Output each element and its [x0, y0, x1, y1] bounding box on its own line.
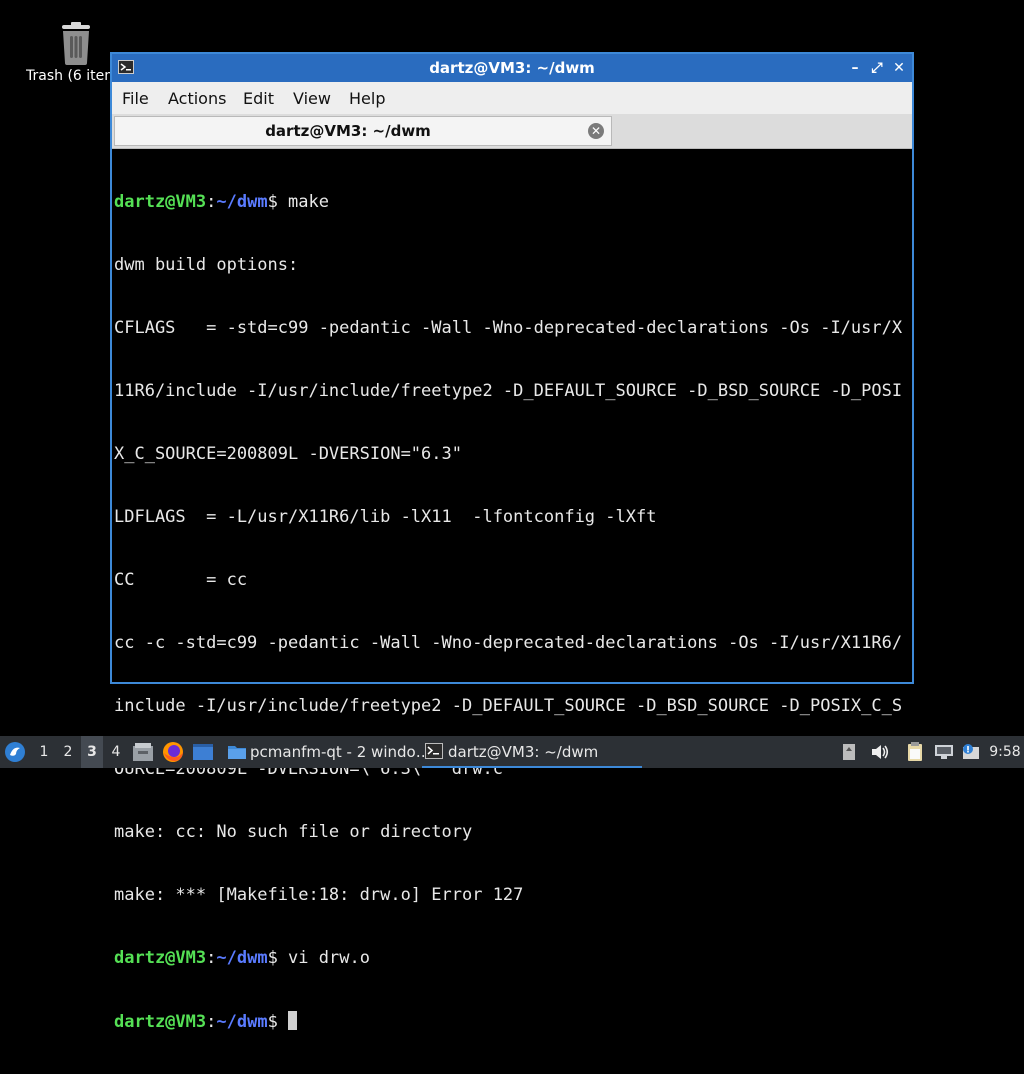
menu-bar: File Actions Edit View Help	[112, 82, 912, 114]
prompt-dollar: $	[267, 1012, 278, 1032]
prompt-dollar: $	[267, 192, 278, 212]
tab-terminal[interactable]: dartz@VM3: ~/dwm ✕	[114, 116, 612, 146]
folder-icon	[228, 746, 246, 759]
text-cursor	[288, 1011, 298, 1030]
task-pcmanfm[interactable]: pcmanfm-qt - 2 windo…	[224, 738, 444, 766]
tray-notifications[interactable]	[961, 736, 983, 768]
menu-view[interactable]: View	[293, 89, 331, 108]
clipboard-icon	[908, 742, 922, 761]
output-line: LDFLAGS = -L/usr/X11R6/lib -lX11 -lfontc…	[114, 507, 657, 527]
output-line: 11R6/include -I/usr/include/freetype2 -D…	[114, 381, 903, 401]
minimize-button[interactable]: –	[846, 59, 864, 77]
output-line: make: *** [Makefile:18: drw.o] Error 127	[114, 885, 524, 905]
prompt-path: ~/dwm	[216, 948, 268, 968]
terminal-icon	[425, 743, 443, 759]
prompt-user: dartz@VM3	[114, 192, 207, 212]
tab-title: dartz@VM3: ~/dwm	[265, 122, 431, 140]
prompt-path: ~/dwm	[216, 192, 268, 212]
firefox-launcher[interactable]	[162, 736, 186, 768]
workspace-4[interactable]: 4	[105, 736, 127, 768]
output-line: X_C_SOURCE=200809L -DVERSION="6.3"	[114, 444, 462, 464]
terminal-output[interactable]: dartz@VM3:~/dwm$ make dwm build options:…	[114, 150, 912, 1032]
desktop-trash[interactable]: Trash (6 item	[22, 20, 122, 90]
output-line: dwm build options:	[114, 255, 299, 275]
desktop-icon	[193, 744, 213, 760]
task-label: dartz@VM3: ~/dwm	[448, 743, 599, 761]
prompt-line: dartz@VM3:~/dwm$ vi drw.o	[114, 948, 912, 969]
tray-clipboard[interactable]	[906, 736, 928, 768]
lxqt-menu-icon	[5, 742, 25, 762]
task-terminal[interactable]: dartz@VM3: ~/dwm	[422, 738, 642, 768]
network-icon	[935, 745, 953, 759]
output-line: CC = cc	[114, 570, 248, 590]
tray-volume[interactable]	[870, 736, 892, 768]
tray-network[interactable]	[934, 736, 956, 768]
prompt-dollar: $	[267, 948, 278, 968]
taskbar: 1 2 3 4 pcmanfm-qt - 2 windo… dartz@VM3:…	[0, 736, 1024, 768]
tray-updates[interactable]	[842, 736, 862, 768]
prompt-sep: :	[206, 192, 217, 212]
prompt-sep: :	[206, 948, 217, 968]
output-line: cc -c -std=c99 -pedantic -Wall -Wno-depr…	[114, 633, 903, 653]
command-text: make	[277, 192, 329, 212]
volume-icon	[872, 745, 889, 759]
prompt-sep: :	[206, 1012, 217, 1032]
output-line: make: cc: No such file or directory	[114, 822, 473, 842]
close-button[interactable]: ✕	[890, 59, 908, 77]
command-text: vi drw.o	[277, 948, 370, 968]
prompt-user: dartz@VM3	[114, 948, 207, 968]
workspace-2[interactable]: 2	[57, 736, 79, 768]
file-manager-launcher[interactable]	[132, 736, 156, 768]
updates-icon	[843, 744, 855, 760]
window-title: dartz@VM3: ~/dwm	[429, 59, 595, 77]
tab-bar: dartz@VM3: ~/dwm ✕	[112, 114, 912, 149]
maximize-button[interactable]: ⤢	[868, 59, 886, 77]
file-manager-icon	[133, 743, 153, 761]
prompt-line: dartz@VM3:~/dwm$	[114, 1011, 912, 1032]
prompt-user: dartz@VM3	[114, 1012, 207, 1032]
task-label: pcmanfm-qt - 2 windo…	[250, 743, 431, 761]
firefox-icon	[163, 742, 183, 762]
workspace-3[interactable]: 3	[81, 736, 103, 768]
trash-icon	[62, 22, 90, 65]
window-titlebar[interactable]: dartz@VM3: ~/dwm – ⤢ ✕	[112, 54, 912, 82]
app-menu-button[interactable]	[4, 736, 30, 768]
menu-help[interactable]: Help	[349, 89, 385, 108]
menu-file[interactable]: File	[122, 89, 149, 108]
terminal-window: dartz@VM3: ~/dwm – ⤢ ✕ File Actions Edit…	[110, 52, 914, 1032]
menu-edit[interactable]: Edit	[243, 89, 274, 108]
prompt-line: dartz@VM3:~/dwm$ make	[114, 192, 912, 213]
workspace-1[interactable]: 1	[33, 736, 55, 768]
notification-icon	[963, 744, 979, 759]
output-line: CFLAGS = -std=c99 -pedantic -Wall -Wno-d…	[114, 318, 903, 338]
command-text	[278, 1012, 288, 1032]
tab-close-icon[interactable]: ✕	[588, 123, 604, 139]
output-line: include -I/usr/include/freetype2 -D_DEFA…	[114, 696, 903, 716]
show-desktop-button[interactable]	[192, 736, 216, 768]
clock[interactable]: 9:58	[988, 736, 1022, 768]
prompt-path: ~/dwm	[216, 1012, 268, 1032]
menu-actions[interactable]: Actions	[168, 89, 226, 108]
